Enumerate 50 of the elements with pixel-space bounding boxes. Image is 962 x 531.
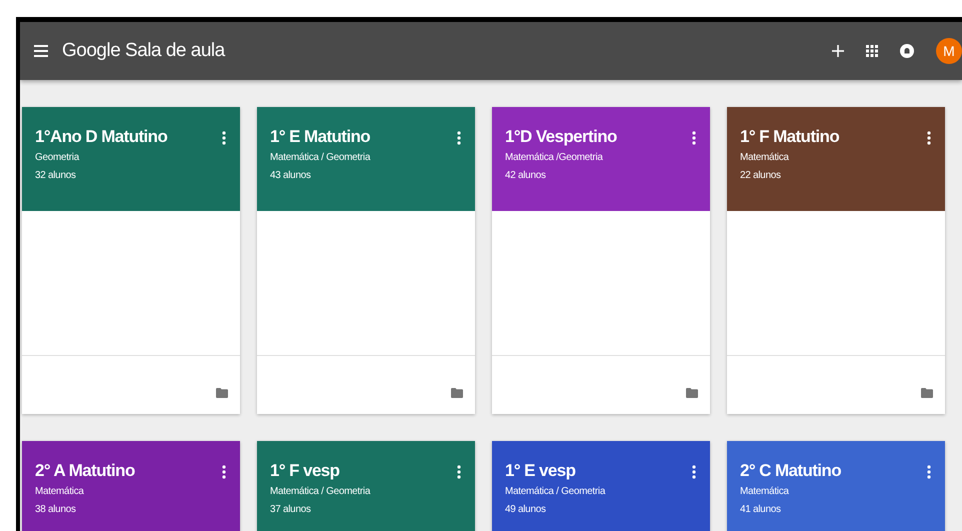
- class-name[interactable]: 1° E vesp: [505, 461, 576, 481]
- folder-icon[interactable]: [451, 388, 463, 398]
- class-subject: Matemática: [35, 486, 84, 497]
- class-card[interactable]: 2° A Matutino Matemática 38 alunos: [22, 441, 240, 531]
- student-count: 32 alunos: [35, 170, 76, 181]
- more-icon[interactable]: [222, 131, 226, 145]
- more-icon[interactable]: [692, 131, 696, 145]
- bell-icon[interactable]: [900, 44, 914, 58]
- class-name[interactable]: 1° F Matutino: [740, 127, 840, 147]
- class-card[interactable]: 1° F vesp Matemática / Geometria 37 alunos: [257, 441, 475, 531]
- class-name[interactable]: 1° F vesp: [270, 461, 340, 481]
- class-card[interactable]: 1°D Vespertino Matemática /Geometria 42 alunos: [492, 107, 710, 414]
- class-name[interactable]: 2° C Matutino: [740, 461, 841, 481]
- student-count: 41 alunos: [740, 504, 781, 515]
- class-card[interactable]: 1° F Matutino Matemática 22 alunos: [727, 107, 945, 414]
- class-card[interactable]: 1°Ano D Matutino Geometria 32 alunos: [22, 107, 240, 414]
- plus-icon[interactable]: [832, 45, 844, 57]
- student-count: 22 alunos: [740, 170, 781, 181]
- folder-icon[interactable]: [686, 388, 698, 398]
- class-subject: Matemática / Geometria: [270, 152, 370, 163]
- folder-icon[interactable]: [216, 388, 228, 398]
- class-name[interactable]: 2° A Matutino: [35, 461, 135, 481]
- more-icon[interactable]: [692, 465, 696, 479]
- student-count: 43 alunos: [270, 170, 311, 181]
- apps-grid-icon[interactable]: [866, 45, 878, 57]
- more-icon[interactable]: [927, 465, 931, 479]
- class-name[interactable]: 1°D Vespertino: [505, 127, 617, 147]
- class-subject: Matemática /Geometria: [505, 152, 603, 163]
- class-subject: Geometria: [35, 152, 79, 163]
- class-card[interactable]: 2° C Matutino Matemática 41 alunos: [727, 441, 945, 531]
- class-card[interactable]: 1° E vesp Matemática / Geometria 49 alunos: [492, 441, 710, 531]
- class-subject: Matemática / Geometria: [505, 486, 606, 497]
- student-count: 42 alunos: [505, 170, 546, 181]
- class-card[interactable]: 1° E Matutino Matemática / Geometria 43 alunos: [257, 107, 475, 414]
- student-count: 49 alunos: [505, 504, 546, 515]
- class-subject: Matemática: [740, 152, 789, 163]
- more-icon[interactable]: [457, 131, 461, 145]
- more-icon[interactable]: [927, 131, 931, 145]
- app-title: Google Sala de aula: [62, 40, 225, 62]
- more-icon[interactable]: [457, 465, 461, 479]
- student-count: 38 alunos: [35, 504, 76, 515]
- student-count: 37 alunos: [270, 504, 311, 515]
- avatar[interactable]: M: [936, 38, 962, 64]
- class-subject: Matemática: [740, 486, 789, 497]
- class-name[interactable]: 1° E Matutino: [270, 127, 370, 147]
- more-icon[interactable]: [222, 465, 226, 479]
- menu-icon[interactable]: [34, 45, 48, 57]
- class-name[interactable]: 1°Ano D Matutino: [35, 127, 168, 147]
- class-subject: Matemática / Geometria: [270, 486, 370, 497]
- folder-icon[interactable]: [921, 388, 933, 398]
